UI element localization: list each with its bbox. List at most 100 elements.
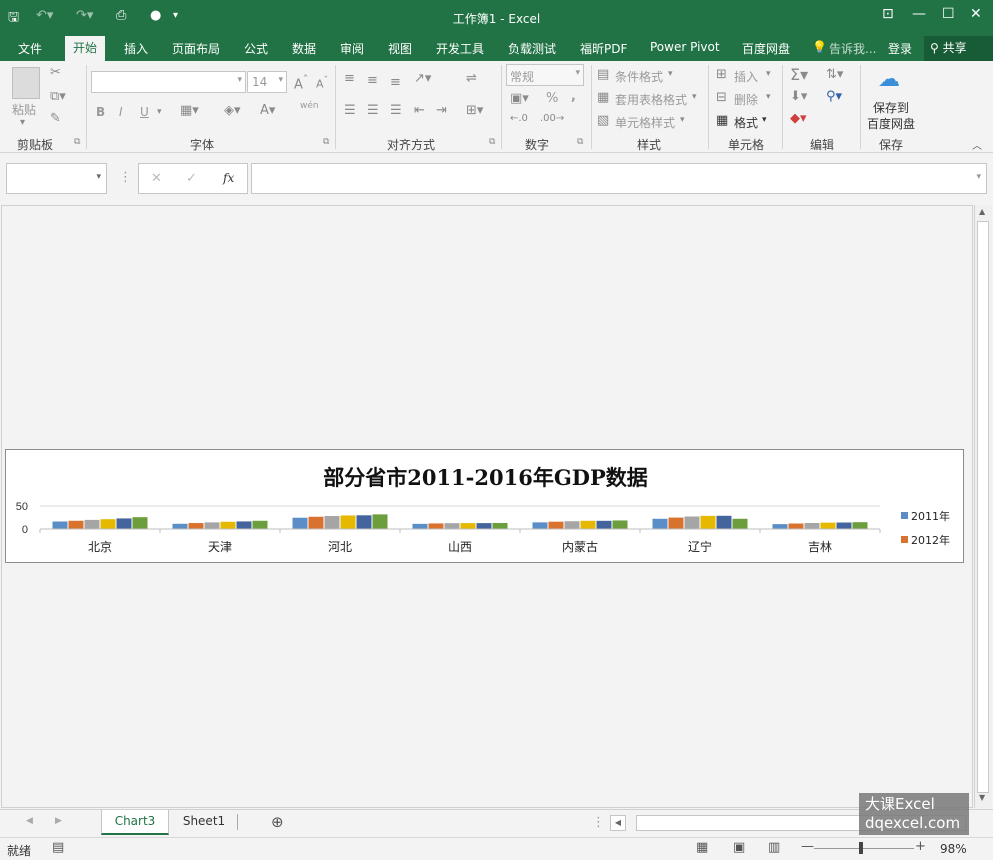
align-center-icon[interactable]: ☰ (367, 103, 379, 118)
align-left-icon[interactable]: ☰ (344, 103, 356, 118)
align-top-icon[interactable]: ≡ (344, 71, 355, 86)
minimize-icon[interactable]: — (912, 6, 926, 22)
tab-developer[interactable]: 开发工具 (436, 40, 484, 57)
sheet-tab-chart3[interactable]: Chart3 (101, 810, 169, 835)
underline-button[interactable]: U (140, 105, 149, 119)
zoom-level[interactable]: 98% (940, 842, 967, 856)
enter-icon[interactable]: ✓ (186, 171, 197, 186)
chevron-down-icon[interactable]: ▾ (762, 115, 767, 125)
close-icon[interactable]: ✕ (970, 6, 982, 22)
cell-styles-button[interactable]: 单元格样式 (615, 114, 675, 131)
decrease-font-icon[interactable]: Aˇ (316, 75, 328, 91)
chevron-down-icon[interactable]: ▾ (692, 92, 697, 102)
tab-power-pivot[interactable]: Power Pivot (650, 40, 720, 54)
scroll-thumb[interactable] (977, 221, 989, 793)
vertical-scrollbar[interactable]: ▲ ▼ (974, 205, 992, 808)
align-middle-icon[interactable]: ≡ (367, 73, 378, 88)
italic-button[interactable]: I (119, 105, 123, 119)
insert-cells-button[interactable]: 插入 (734, 68, 758, 85)
clear-icon[interactable]: ◆▾ (790, 111, 807, 126)
copy-icon[interactable]: ⧉▾ (50, 89, 66, 104)
normal-view-icon[interactable]: ▦ (696, 840, 708, 855)
login-link[interactable]: 登录 (888, 40, 912, 57)
add-sheet-icon[interactable]: ⊕ (271, 813, 284, 831)
chart-plot[interactable]: 50 0 北京 天津 河北 山西 内蒙古 辽宁 吉林 2011年 2012年 (6, 450, 965, 564)
tab-review[interactable]: 审阅 (340, 40, 364, 57)
cut-icon[interactable]: ✂ (50, 65, 61, 80)
tab-view[interactable]: 视图 (388, 40, 412, 57)
chevron-down-icon[interactable]: ▾ (157, 107, 162, 117)
tab-data[interactable]: 数据 (292, 40, 316, 57)
align-right-icon[interactable]: ☰ (390, 103, 402, 118)
format-painter-icon[interactable]: ✎ (50, 111, 61, 126)
baidu-netdisk-label[interactable]: 百度网盘 (867, 115, 915, 132)
scroll-up-icon[interactable]: ▲ (979, 207, 985, 216)
chevron-down-icon[interactable]: ▾ (766, 92, 771, 102)
dialog-launcher-icon[interactable]: ⧉ (74, 137, 80, 147)
paste-label[interactable]: 粘贴 (12, 101, 36, 118)
macro-record-icon[interactable]: ▤ (52, 840, 64, 855)
baidu-cloud-icon[interactable]: ☁ (878, 67, 900, 92)
scroll-down-icon[interactable]: ▼ (979, 793, 985, 802)
chart-area[interactable]: 部分省市2011-2016年GDP数据 50 0 北京 天津 河北 山西 内蒙古 辽宁 吉林 20… (5, 449, 964, 563)
font-name-select[interactable]: ▾ (91, 71, 246, 93)
fill-color-icon[interactable]: ◈▾ (224, 103, 241, 118)
dialog-launcher-icon[interactable]: ⧉ (489, 137, 495, 147)
fill-icon[interactable]: ⬇▾ (790, 89, 807, 104)
tab-insert[interactable]: 插入 (124, 40, 148, 57)
dialog-launcher-icon[interactable]: ⧉ (577, 137, 583, 147)
page-break-view-icon[interactable]: ▥ (768, 840, 780, 855)
wrap-text-icon[interactable]: ⇌ (466, 71, 477, 86)
find-select-icon[interactable]: ⚲▾ (826, 89, 842, 104)
tab-baidu[interactable]: 百度网盘 (742, 40, 790, 57)
scroll-left-icon[interactable]: ◀ (610, 815, 626, 831)
share-button[interactable]: ⚲ 共享 (924, 36, 993, 61)
name-box[interactable]: ▾ (6, 163, 107, 194)
phonetic-button[interactable]: wén (300, 101, 319, 111)
merge-center-icon[interactable]: ⊞▾ (466, 103, 483, 118)
decrease-indent-icon[interactable]: ⇤ (414, 103, 425, 118)
tab-file[interactable]: 文件 (18, 40, 42, 57)
collapse-ribbon-icon[interactable]: ︿ (972, 137, 982, 152)
autosum-icon[interactable]: Σ▾ (790, 65, 808, 84)
paste-icon[interactable] (12, 67, 40, 99)
dialog-launcher-icon[interactable]: ⧉ (323, 137, 329, 147)
increase-indent-icon[interactable]: ⇥ (436, 103, 447, 118)
maximize-icon[interactable]: ☐ (942, 6, 955, 22)
chevron-down-icon[interactable]: ▾ (668, 69, 673, 79)
border-icon[interactable]: ▦▾ (180, 103, 199, 118)
percent-button[interactable]: % (546, 91, 558, 106)
decrease-decimal-icon[interactable]: .00→ (540, 113, 564, 124)
tab-home[interactable]: 开始 (65, 36, 106, 61)
ribbon-display-icon[interactable]: ⊡ (882, 6, 894, 22)
insert-function-button[interactable]: fx (223, 171, 234, 185)
bold-button[interactable]: B (96, 105, 105, 119)
zoom-out-icon[interactable]: — (801, 839, 814, 854)
sheet-tab-sheet1[interactable]: Sheet1 (176, 814, 232, 828)
comma-button[interactable]: , (571, 89, 576, 104)
align-bottom-icon[interactable]: ≡ (390, 75, 401, 90)
page-layout-view-icon[interactable]: ▣ (733, 840, 745, 855)
formula-input[interactable]: ▾ (251, 163, 987, 194)
currency-icon[interactable]: ▣▾ (510, 91, 529, 106)
chevron-down-icon[interactable]: ▾ (680, 115, 685, 125)
tab-load-test[interactable]: 负载测试 (508, 40, 556, 57)
zoom-in-icon[interactable]: + (915, 839, 926, 854)
sort-filter-icon[interactable]: ⇅▾ (826, 67, 843, 82)
increase-font-icon[interactable]: Aˆ (294, 73, 308, 92)
font-color-icon[interactable]: A▾ (260, 103, 275, 118)
tell-me-input[interactable]: 告诉我... (829, 40, 876, 57)
delete-cells-button[interactable]: 删除 (734, 91, 758, 108)
number-format-select[interactable]: 常规 ▾ (506, 64, 584, 86)
prev-sheet-icon[interactable]: ◀ (26, 816, 33, 826)
zoom-slider[interactable] (814, 848, 914, 849)
save-to-label[interactable]: 保存到 (873, 99, 909, 116)
format-as-table-button[interactable]: 套用表格格式 (615, 91, 687, 108)
next-sheet-icon[interactable]: ▶ (55, 816, 62, 826)
font-size-select[interactable]: 14 ▾ (247, 71, 287, 93)
zoom-slider-thumb[interactable] (859, 842, 863, 854)
conditional-format-button[interactable]: 条件格式 (615, 68, 663, 85)
tab-formulas[interactable]: 公式 (244, 40, 268, 57)
orientation-icon[interactable]: ↗▾ (414, 71, 431, 86)
format-cells-button[interactable]: 格式 (734, 114, 758, 131)
